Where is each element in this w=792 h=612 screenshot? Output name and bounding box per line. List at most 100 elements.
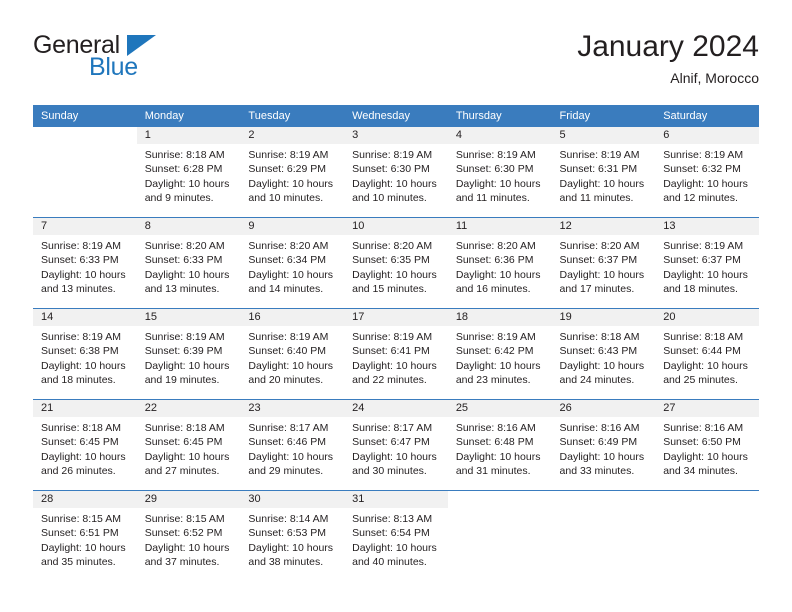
calendar-day-cell[interactable]: 3 Sunrise: 8:19 AM Sunset: 6:30 PM Daylight…: [344, 127, 448, 218]
day-sunrise-text: Sunrise: 8:20 AM: [144, 240, 225, 252]
weekday-header-monday: Monday: [136, 105, 241, 127]
day-number: 3: [344, 127, 448, 144]
day-cell-content: 2 Sunrise: 8:19 AM Sunset: 6:29 PM Daylight…: [240, 127, 345, 217]
day-cell-content: 18 Sunrise: 8:19 AM Sunset: 6:42 PM Dayligh…: [447, 309, 552, 399]
day-daylight2-text: and 18 minutes.: [41, 374, 116, 387]
day-sun-info: Sunrise: 8:18 AM Sunset: 6:44 PM Daylight:…: [655, 326, 759, 388]
day-daylight1-text: Daylight: 10 hours: [144, 359, 230, 372]
day-sunrise-text: Sunrise: 8:19 AM: [248, 149, 329, 161]
calendar-day-cell[interactable]: 6 Sunrise: 8:19 AM Sunset: 6:32 PM Daylight…: [655, 127, 759, 218]
day-cell-content: [33, 127, 137, 217]
day-daylight2-text: and 13 minutes.: [41, 283, 116, 296]
calendar-day-cell[interactable]: 22 Sunrise: 8:18 AM Sunset: 6:45 PM Dayligh…: [136, 399, 241, 491]
calendar-day-cell[interactable]: 31 Sunrise: 8:13 AM Sunset: 6:54 PM Dayligh…: [344, 490, 448, 581]
day-cell-content: 28 Sunrise: 8:15 AM Sunset: 6:51 PM Dayligh…: [33, 491, 137, 581]
day-daylight1-text: Daylight: 10 hours: [559, 359, 645, 372]
calendar-day-cell[interactable]: 11 Sunrise: 8:20 AM Sunset: 6:36 PM Dayligh…: [447, 217, 552, 309]
day-daylight1-text: Daylight: 10 hours: [41, 541, 126, 554]
day-sunset-text: Sunset: 6:49 PM: [559, 436, 638, 449]
calendar-day-cell[interactable]: 29 Sunrise: 8:15 AM Sunset: 6:52 PM Dayligh…: [136, 490, 241, 581]
calendar-day-cell[interactable]: 28 Sunrise: 8:15 AM Sunset: 6:51 PM Dayligh…: [33, 490, 137, 581]
day-cell-content: 17 Sunrise: 8:19 AM Sunset: 6:41 PM Dayligh…: [344, 309, 448, 399]
calendar-day-cell[interactable]: 8 Sunrise: 8:20 AM Sunset: 6:33 PM Daylight…: [136, 217, 241, 309]
day-sun-info: Sunrise: 8:19 AM Sunset: 6:37 PM Daylight:…: [655, 235, 759, 297]
calendar-day-cell[interactable]: 18 Sunrise: 8:19 AM Sunset: 6:42 PM Dayligh…: [447, 308, 552, 400]
day-daylight2-text: and 17 minutes.: [559, 283, 635, 296]
day-sun-info: Sunrise: 8:19 AM Sunset: 6:32 PM Daylight:…: [655, 144, 759, 206]
day-daylight2-text: and 31 minutes.: [455, 465, 531, 478]
calendar-day-cell[interactable]: 20 Sunrise: 8:18 AM Sunset: 6:44 PM Dayligh…: [655, 308, 759, 400]
calendar-day-cell[interactable]: 1 Sunrise: 8:18 AM Sunset: 6:28 PM Daylight…: [136, 127, 241, 218]
calendar-day-cell[interactable]: 10 Sunrise: 8:20 AM Sunset: 6:35 PM Dayligh…: [344, 217, 448, 309]
calendar-day-cell[interactable]: 27 Sunrise: 8:16 AM Sunset: 6:50 PM Dayligh…: [655, 399, 759, 491]
day-sunset-text: Sunset: 6:42 PM: [455, 345, 534, 358]
day-number: 26: [551, 400, 656, 417]
calendar-day-cell[interactable]: 16 Sunrise: 8:19 AM Sunset: 6:40 PM Dayligh…: [240, 308, 345, 400]
day-cell-content: 7 Sunrise: 8:19 AM Sunset: 6:33 PM Daylight…: [33, 218, 137, 308]
day-number: 22: [136, 400, 241, 417]
calendar-day-cell[interactable]: 25 Sunrise: 8:16 AM Sunset: 6:48 PM Dayligh…: [447, 399, 552, 491]
calendar-day-cell[interactable]: 21 Sunrise: 8:18 AM Sunset: 6:45 PM Dayligh…: [33, 399, 137, 491]
day-sun-info: Sunrise: 8:13 AM Sunset: 6:54 PM Daylight:…: [344, 508, 448, 570]
calendar-day-cell[interactable]: 19 Sunrise: 8:18 AM Sunset: 6:43 PM Dayligh…: [551, 308, 656, 400]
day-cell-content: 5 Sunrise: 8:19 AM Sunset: 6:31 PM Daylight…: [551, 127, 656, 217]
calendar-day-cell[interactable]: 7 Sunrise: 8:19 AM Sunset: 6:33 PM Daylight…: [33, 217, 137, 309]
day-daylight2-text: and 40 minutes.: [352, 556, 427, 569]
calendar-day-cell[interactable]: 2 Sunrise: 8:19 AM Sunset: 6:29 PM Daylight…: [240, 127, 345, 218]
day-cell-content: 9 Sunrise: 8:20 AM Sunset: 6:34 PM Daylight…: [240, 218, 345, 308]
calendar-day-cell[interactable]: 26 Sunrise: 8:16 AM Sunset: 6:49 PM Dayligh…: [551, 399, 656, 491]
day-number: 18: [447, 309, 552, 326]
day-cell-content: 11 Sunrise: 8:20 AM Sunset: 6:36 PM Dayligh…: [447, 218, 552, 308]
day-daylight1-text: Daylight: 10 hours: [663, 177, 748, 190]
day-sun-info: Sunrise: 8:18 AM Sunset: 6:43 PM Daylight:…: [552, 326, 656, 388]
day-daylight1-text: Daylight: 10 hours: [248, 177, 334, 190]
day-sunrise-text: Sunrise: 8:18 AM: [663, 331, 744, 343]
day-daylight1-text: Daylight: 10 hours: [144, 268, 230, 281]
day-daylight1-text: Daylight: 10 hours: [455, 359, 541, 372]
day-sunrise-text: Sunrise: 8:19 AM: [248, 331, 329, 343]
day-number: 16: [240, 309, 345, 326]
calendar-day-cell[interactable]: 14 Sunrise: 8:19 AM Sunset: 6:38 PM Dayligh…: [33, 308, 137, 400]
weekday-header-tuesday: Tuesday: [240, 105, 345, 127]
day-sunrise-text: Sunrise: 8:17 AM: [248, 422, 329, 434]
day-daylight1-text: Daylight: 10 hours: [352, 359, 437, 372]
day-sunset-text: Sunset: 6:47 PM: [352, 436, 430, 449]
day-cell-content: 21 Sunrise: 8:18 AM Sunset: 6:45 PM Dayligh…: [33, 400, 137, 490]
day-daylight2-text: and 27 minutes.: [144, 465, 220, 478]
day-cell-content: 16 Sunrise: 8:19 AM Sunset: 6:40 PM Dayligh…: [240, 309, 345, 399]
day-number: 10: [344, 218, 448, 235]
calendar-day-cell[interactable]: 30 Sunrise: 8:14 AM Sunset: 6:53 PM Dayligh…: [240, 490, 345, 581]
day-sun-info: Sunrise: 8:20 AM Sunset: 6:36 PM Daylight:…: [448, 235, 552, 297]
calendar-day-cell[interactable]: 13 Sunrise: 8:19 AM Sunset: 6:37 PM Dayligh…: [655, 217, 759, 309]
day-sunrise-text: Sunrise: 8:15 AM: [144, 513, 225, 525]
day-sunrise-text: Sunrise: 8:18 AM: [144, 422, 225, 434]
calendar-day-cell[interactable]: 17 Sunrise: 8:19 AM Sunset: 6:41 PM Dayligh…: [344, 308, 448, 400]
day-sunset-text: Sunset: 6:45 PM: [144, 436, 223, 449]
calendar-day-cell[interactable]: 12 Sunrise: 8:20 AM Sunset: 6:37 PM Dayligh…: [551, 217, 656, 309]
title-block: January 2024 Alnif, Morocco: [577, 28, 759, 88]
calendar-day-cell[interactable]: 24 Sunrise: 8:17 AM Sunset: 6:47 PM Dayligh…: [344, 399, 448, 491]
calendar-day-cell[interactable]: 4 Sunrise: 8:19 AM Sunset: 6:30 PM Daylight…: [447, 127, 552, 218]
calendar-day-cell[interactable]: 15 Sunrise: 8:19 AM Sunset: 6:39 PM Dayligh…: [136, 308, 241, 400]
calendar-day-cell[interactable]: 23 Sunrise: 8:17 AM Sunset: 6:46 PM Dayligh…: [240, 399, 345, 491]
day-sunrise-text: Sunrise: 8:17 AM: [352, 422, 433, 434]
day-sunrise-text: Sunrise: 8:16 AM: [663, 422, 744, 434]
calendar-day-cell[interactable]: 5 Sunrise: 8:19 AM Sunset: 6:31 PM Daylight…: [551, 127, 656, 218]
day-number: 30: [240, 491, 345, 508]
day-sunset-text: Sunset: 6:44 PM: [663, 345, 741, 358]
day-daylight2-text: and 14 minutes.: [248, 283, 324, 296]
day-daylight2-text: and 10 minutes.: [352, 192, 427, 205]
day-sun-info: Sunrise: 8:14 AM Sunset: 6:53 PM Daylight:…: [240, 508, 344, 570]
day-sun-info: Sunrise: 8:19 AM Sunset: 6:40 PM Daylight:…: [240, 326, 344, 388]
calendar-day-cell[interactable]: 9 Sunrise: 8:20 AM Sunset: 6:34 PM Daylight…: [240, 217, 345, 309]
calendar-table: Sunday Monday Tuesday Wednesday Thursday Frid…: [33, 105, 759, 581]
day-number: 15: [136, 309, 241, 326]
day-number: 25: [447, 400, 552, 417]
day-number: 8: [136, 218, 241, 235]
day-cell-content: 13 Sunrise: 8:19 AM Sunset: 6:37 PM Dayligh…: [655, 218, 759, 308]
day-sunset-text: Sunset: 6:30 PM: [455, 163, 534, 176]
day-sunrise-text: Sunrise: 8:19 AM: [144, 331, 225, 343]
day-number: 19: [551, 309, 656, 326]
day-daylight1-text: Daylight: 10 hours: [144, 541, 230, 554]
day-daylight2-text: and 11 minutes.: [559, 192, 634, 205]
